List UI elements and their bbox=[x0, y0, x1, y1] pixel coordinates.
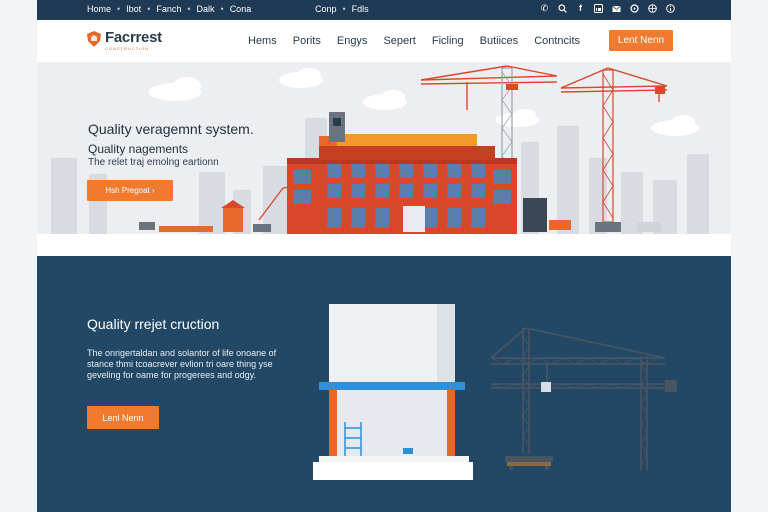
hero-subtitle: Quality nagements bbox=[88, 142, 189, 156]
top-links-secondary: Conp • Fdls bbox=[315, 4, 369, 14]
separator: • bbox=[220, 4, 224, 14]
info-icon[interactable] bbox=[666, 3, 675, 14]
site-header: Facrrest CONSTRUCTION Hems Porits Engys … bbox=[37, 20, 731, 62]
separator: • bbox=[187, 4, 191, 14]
nav-item-7[interactable]: Contncits bbox=[534, 35, 580, 47]
main-nav: Hems Porits Engys Sepert Ficling Butiice… bbox=[248, 35, 580, 47]
logo-subtext: CONSTRUCTION bbox=[105, 46, 150, 51]
logo-text-block: Facrrest CONSTRUCTION bbox=[105, 29, 162, 51]
shield-logo-icon bbox=[87, 31, 101, 47]
section-description: The onrigertaldan and solantor of life o… bbox=[87, 348, 277, 380]
top-link-7[interactable]: Fdls bbox=[352, 4, 369, 14]
separator: • bbox=[342, 4, 346, 14]
crane-left bbox=[420, 65, 558, 110]
separator: • bbox=[117, 4, 121, 14]
page: Home • Ibot • Fanch • Dalk • Cona Conp •… bbox=[37, 0, 731, 512]
top-link-2[interactable]: Ibot bbox=[126, 4, 141, 14]
nav-item-6[interactable]: Butiices bbox=[480, 35, 519, 47]
top-link-home[interactable]: Home bbox=[87, 4, 111, 14]
facebook-icon[interactable]: f bbox=[576, 3, 585, 14]
search-icon[interactable] bbox=[558, 3, 567, 14]
hero-section: Quality veragemnt system. Quality nageme… bbox=[37, 62, 731, 234]
top-icons: ✆ f bbox=[540, 3, 675, 14]
nav-item-3[interactable]: Engys bbox=[337, 35, 368, 47]
logo-text: Facrrest bbox=[105, 29, 162, 46]
nav-item-5[interactable]: Ficling bbox=[432, 35, 464, 47]
phone-icon[interactable]: ✆ bbox=[540, 3, 549, 14]
project-section: Quality rrejet cruction The onrigertalda… bbox=[37, 256, 731, 512]
globe-icon[interactable] bbox=[648, 3, 657, 14]
top-bar: Home • Ibot • Fanch • Dalk • Cona Conp •… bbox=[37, 0, 731, 20]
section-cta-button[interactable]: Lenl Nenn bbox=[87, 406, 159, 429]
logo[interactable]: Facrrest CONSTRUCTION bbox=[87, 29, 162, 51]
separator: • bbox=[147, 4, 151, 14]
top-link-6[interactable]: Conp bbox=[315, 4, 337, 14]
section-title: Quality rrejet cruction bbox=[87, 316, 220, 332]
top-link-3[interactable]: Fanch bbox=[156, 4, 181, 14]
hero-description: The relet traj emolng eartionn bbox=[88, 157, 219, 168]
hero-cta-button[interactable]: Hsh Pregoat › bbox=[87, 180, 173, 201]
divider-band bbox=[37, 234, 731, 256]
section-illustration bbox=[313, 304, 677, 480]
nav-item-1[interactable]: Hems bbox=[248, 35, 277, 47]
nav-item-2[interactable]: Porits bbox=[293, 35, 321, 47]
hero-title: Quality veragemnt system. bbox=[88, 121, 254, 137]
building-module bbox=[313, 304, 473, 480]
settings-icon[interactable] bbox=[630, 3, 639, 14]
top-link-5[interactable]: Cona bbox=[230, 4, 252, 14]
mail-icon[interactable] bbox=[612, 3, 621, 14]
nav-item-4[interactable]: Sepert bbox=[383, 35, 415, 47]
tower-crane bbox=[490, 327, 677, 470]
crane-right bbox=[560, 67, 668, 102]
top-link-4[interactable]: Dalk bbox=[197, 4, 215, 14]
linkedin-icon[interactable] bbox=[594, 3, 603, 14]
header-cta-button[interactable]: Lent Nenn bbox=[609, 30, 673, 51]
top-links: Home • Ibot • Fanch • Dalk • Cona bbox=[87, 4, 251, 14]
